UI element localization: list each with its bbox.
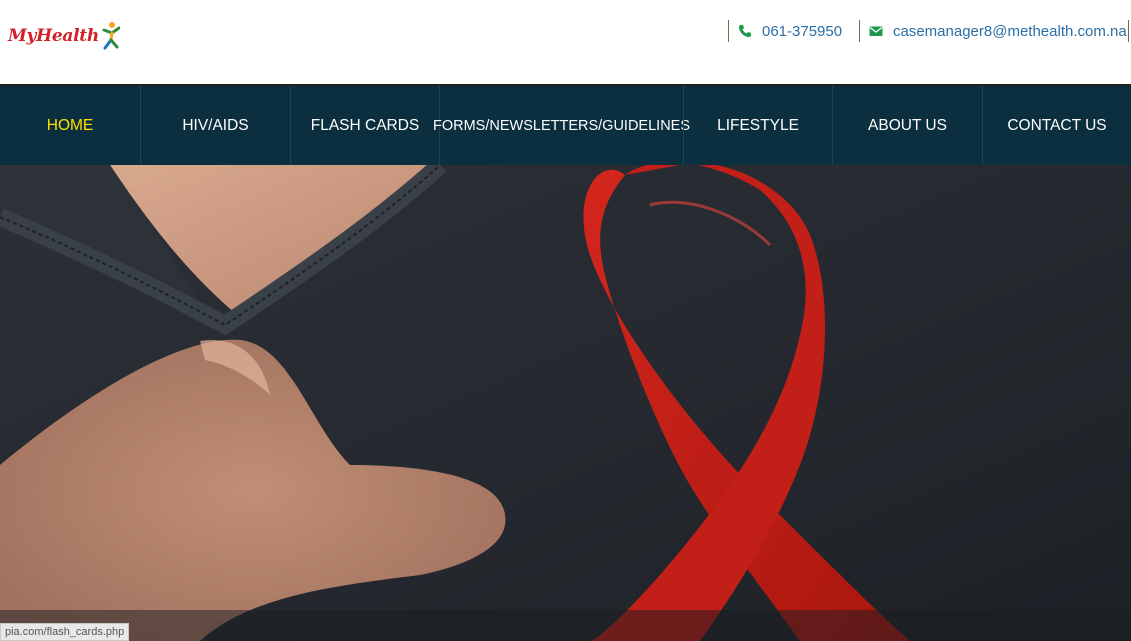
contact-divider bbox=[859, 20, 860, 42]
logo-health-text: Health bbox=[36, 26, 99, 46]
nav-item-forms-newsletters-guidelines[interactable]: FORMS/NEWSLETTERS/GUIDELINES bbox=[433, 86, 690, 165]
nav-label: ABOUT US bbox=[868, 116, 947, 134]
browser-status-bar: pia.com/flash_cards.php bbox=[0, 623, 130, 641]
nav-label: CONTACT US bbox=[1007, 116, 1107, 134]
nav-label: HIV/AIDS bbox=[182, 116, 249, 134]
red-ribbon-photo bbox=[0, 165, 1131, 641]
logo-my-text: My bbox=[8, 26, 37, 46]
nav-item-about-us[interactable]: ABOUT US bbox=[832, 86, 982, 165]
status-url: pia.com/flash_cards.php bbox=[5, 626, 125, 638]
nav-label: FLASH CARDS bbox=[310, 116, 420, 134]
nav-label: LIFESTYLE bbox=[717, 116, 799, 134]
nav-item-home[interactable]: HOME bbox=[0, 86, 140, 165]
nav-item-lifestyle[interactable]: LIFESTYLE bbox=[683, 86, 832, 165]
nav-item-hiv-aids[interactable]: HIV/AIDS bbox=[140, 86, 290, 165]
contact-divider bbox=[728, 20, 729, 42]
contact-phone[interactable]: 061-375950 bbox=[728, 20, 858, 42]
phone-number[interactable]: 061-375950 bbox=[762, 23, 842, 40]
hero-image bbox=[0, 165, 1131, 641]
logo-wordmark: MyHealth bbox=[8, 26, 99, 46]
top-bar: MyHealth 061-375950 casemanager8@metheal… bbox=[0, 0, 1131, 85]
phone-icon bbox=[739, 25, 751, 37]
nav-item-flash-cards[interactable]: FLASH CARDS bbox=[290, 86, 439, 165]
nav-label: HOME bbox=[46, 116, 94, 134]
email-address[interactable]: casemanager8@methealth.com.na bbox=[893, 23, 1127, 40]
site-logo[interactable]: MyHealth bbox=[8, 20, 128, 52]
envelope-icon bbox=[869, 26, 883, 36]
contact-email[interactable]: casemanager8@methealth.com.na bbox=[859, 20, 1131, 42]
nav-item-contact-us[interactable]: CONTACT US bbox=[982, 86, 1131, 165]
nav-label: FORMS/NEWSLETTERS/GUIDELINES bbox=[433, 117, 691, 134]
person-figure-icon bbox=[102, 22, 120, 50]
main-navigation: HOME HIV/AIDS FLASH CARDS FORMS/NEWSLETT… bbox=[0, 86, 1131, 165]
